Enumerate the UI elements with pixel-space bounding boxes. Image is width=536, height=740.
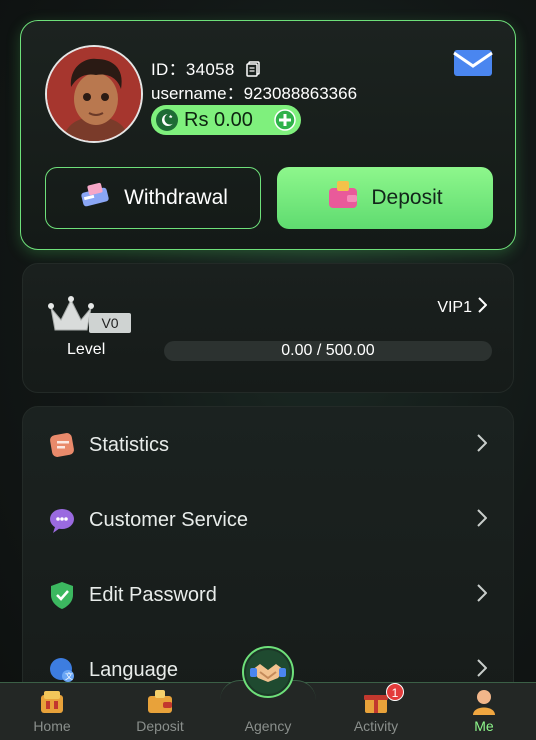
chevron-right-icon	[477, 433, 488, 457]
menu-item-label: Language	[89, 658, 178, 681]
statistics-icon	[47, 430, 77, 460]
currency-flag-icon	[156, 109, 178, 131]
menu-item-statistics[interactable]: Statistics	[23, 415, 513, 475]
home-icon	[38, 689, 66, 715]
nav-activity[interactable]: Activity	[331, 683, 421, 740]
customer-service-icon	[47, 505, 77, 535]
nav-me-label: Me	[474, 718, 494, 734]
nav-home[interactable]: Home	[7, 683, 97, 740]
profile-card: ID：34058 username：923088863366 Rs 0.00 W…	[20, 20, 516, 250]
activity-badge: 1	[386, 683, 404, 701]
menu-item-customer-service[interactable]: Customer Service	[23, 490, 513, 550]
agency-button[interactable]	[242, 646, 294, 698]
chevron-right-icon	[477, 658, 488, 682]
add-funds-icon[interactable]	[274, 109, 296, 131]
nav-deposit-label: Deposit	[136, 718, 184, 734]
withdrawal-label: Withdrawal	[124, 186, 228, 209]
language-icon: 文	[47, 655, 77, 685]
balance-pill: Rs 0.00	[151, 105, 301, 135]
chevron-right-icon	[477, 583, 488, 607]
chevron-right-icon	[478, 297, 488, 318]
menu-item-edit-password[interactable]: Edit Password	[23, 565, 513, 625]
user-icon	[470, 689, 498, 715]
user-id-text: ID：34058	[151, 60, 235, 79]
nav-activity-label: Activity	[353, 718, 399, 734]
username: username：923088863366	[151, 84, 358, 103]
vip-progress-text: 0.00 / 500.00	[281, 342, 375, 359]
wallet-icon	[327, 180, 359, 216]
mail-icon[interactable]	[453, 49, 493, 77]
menu-item-label: Statistics	[89, 433, 170, 456]
deposit-label: Deposit	[371, 186, 443, 209]
vip-level-badge: V0	[89, 313, 131, 333]
withdrawal-button[interactable]: Withdrawal	[45, 167, 261, 229]
vip-card[interactable]: V0 Level VIP1 0.00 / 500.00	[22, 263, 514, 393]
level-label: Level	[67, 341, 106, 358]
menu-item-label: Edit Password	[89, 583, 217, 606]
next-vip-link[interactable]: VIP1	[437, 297, 488, 318]
nav-home-label: Home	[33, 718, 71, 734]
card-machine-icon	[78, 182, 112, 214]
shield-icon	[47, 580, 77, 610]
deposit-button[interactable]: Deposit	[277, 167, 493, 229]
nav-deposit[interactable]: Deposit	[115, 683, 205, 740]
chevron-right-icon	[477, 508, 488, 532]
svg-text:文: 文	[65, 671, 73, 681]
user-id: ID：34058	[151, 55, 260, 82]
avatar[interactable]	[45, 45, 143, 143]
wallet-icon	[146, 689, 174, 715]
next-vip-label: VIP1	[437, 298, 472, 316]
balance-amount: Rs 0.00	[184, 108, 253, 131]
nav-agency-label: Agency	[244, 718, 292, 734]
nav-me[interactable]: Me	[439, 683, 529, 740]
crown-icon	[47, 294, 95, 334]
menu-item-label: Customer Service	[89, 508, 248, 531]
vip-progress-bar: 0.00 / 500.00	[164, 341, 492, 361]
